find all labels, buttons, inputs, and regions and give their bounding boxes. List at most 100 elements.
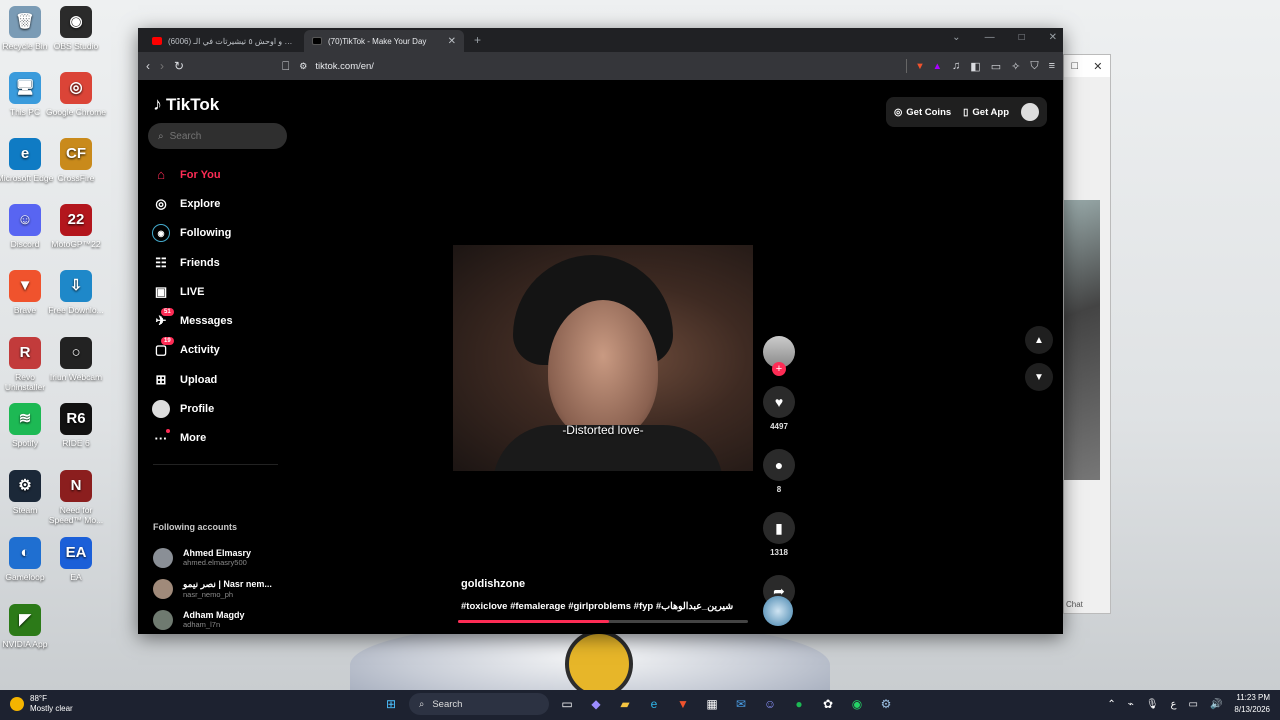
close-window-icon[interactable]: ✕ bbox=[1049, 32, 1057, 43]
back-icon[interactable]: ‹ bbox=[146, 59, 150, 73]
spotify-taskbar-icon[interactable]: ● bbox=[788, 693, 810, 715]
desktop-icon[interactable]: ◎ Google Chrome bbox=[45, 72, 107, 117]
comment-action[interactable]: ● 8 bbox=[763, 449, 795, 494]
video-player[interactable]: -Distorted love- bbox=[453, 245, 753, 471]
language-indicator[interactable]: ع bbox=[1171, 699, 1177, 710]
steam-taskbar-icon[interactable]: ⚙ bbox=[875, 693, 897, 715]
sidebar-icon[interactable]: ◧ bbox=[970, 60, 980, 73]
heart-icon[interactable]: ♥ bbox=[763, 386, 795, 418]
desktop-icon[interactable]: ◤ NVIDIA App bbox=[0, 604, 56, 649]
nav-item-messages[interactable]: ✈ 51 Messages bbox=[152, 306, 233, 335]
maximize-icon[interactable]: □ bbox=[1019, 32, 1025, 43]
previous-video-button[interactable]: ▲ bbox=[1025, 326, 1053, 354]
ea-icon: EA bbox=[60, 537, 92, 569]
following-account[interactable]: Adham Magdy adham_l7n bbox=[153, 604, 272, 634]
mail-icon[interactable]: ✉ bbox=[730, 693, 752, 715]
task-view-icon[interactable]: ▭ bbox=[556, 693, 578, 715]
wallet-icon[interactable]: ▭ bbox=[991, 60, 1001, 73]
media-icon[interactable]: ♫ bbox=[952, 60, 960, 73]
new-tab-button[interactable]: + bbox=[464, 33, 491, 52]
leo-icon[interactable]: ✧ bbox=[1011, 60, 1020, 73]
brave-icon: ▼ bbox=[9, 270, 41, 302]
comment-icon[interactable]: ● bbox=[763, 449, 795, 481]
brave-shield-icon[interactable]: ▼ bbox=[915, 61, 924, 72]
bookmark-icon[interactable]: ⎕ bbox=[282, 59, 289, 74]
search-input[interactable] bbox=[169, 130, 270, 142]
nav-item-live[interactable]: ▣ LIVE bbox=[152, 277, 233, 306]
desktop-icon[interactable]: EA EA bbox=[45, 537, 107, 582]
tab-search-icon[interactable]: ⌄ bbox=[952, 32, 960, 43]
search-bar[interactable]: ⌕ bbox=[148, 123, 287, 149]
whatsapp-icon[interactable]: ◉ bbox=[846, 693, 868, 715]
brave-taskbar-icon[interactable]: ▼ bbox=[672, 693, 694, 715]
nav-item-more[interactable]: ··· More bbox=[152, 424, 233, 453]
nav-item-following[interactable]: ◉ Following bbox=[152, 219, 233, 248]
video-author[interactable]: goldishzone bbox=[461, 578, 525, 590]
following-account[interactable]: نصر نيمو | Nasr nem... nasr_nemo_ph bbox=[153, 573, 272, 604]
address-bar[interactable]: ⚙ tiktok.com/en/ ▼ ▲ bbox=[299, 55, 942, 77]
taskbar-search[interactable]: ⌕ Search bbox=[409, 693, 549, 715]
nav-item-profile[interactable]: Profile bbox=[152, 394, 233, 423]
minimize-icon[interactable]: — bbox=[985, 32, 995, 43]
desktop-icon[interactable]: ○ Iriun Webcam bbox=[45, 337, 107, 382]
copilot-icon[interactable]: ◆ bbox=[585, 693, 607, 715]
nav-item-activity[interactable]: ▢ 19 Activity bbox=[152, 336, 233, 365]
nav-item-explore[interactable]: ◎ Explore bbox=[152, 189, 233, 218]
music-disc-icon[interactable] bbox=[763, 596, 793, 626]
vpn-icon[interactable]: ⛉ bbox=[1030, 60, 1038, 73]
discord-taskbar-icon[interactable]: ☺ bbox=[759, 693, 781, 715]
nav-item-friends[interactable]: ☷ Friends bbox=[152, 248, 233, 277]
tab-tiktok[interactable]: (70)TikTok - Make Your Day ✕ bbox=[304, 30, 464, 52]
file-explorer-icon[interactable]: ▰ bbox=[614, 693, 636, 715]
steam-icon: ⚙ bbox=[9, 470, 41, 502]
desktop-icon[interactable]: R6 RIDE 6 bbox=[45, 403, 107, 448]
follow-plus-icon[interactable]: + bbox=[772, 362, 786, 376]
nav-item-for-you[interactable]: ⌂ For You bbox=[152, 160, 233, 189]
background-window[interactable]: □ ✕ Chat bbox=[1063, 54, 1111, 614]
chatgpt-icon[interactable]: ✿ bbox=[817, 693, 839, 715]
reload-icon[interactable]: ↻ bbox=[174, 59, 184, 73]
volume-icon[interactable]: 🔊 bbox=[1210, 699, 1222, 710]
messages-icon: ✈ 51 bbox=[152, 308, 174, 330]
close-icon[interactable]: ✕ bbox=[1093, 60, 1102, 73]
forward-icon[interactable]: › bbox=[160, 59, 164, 73]
tray-chevron-icon[interactable]: ⌃ bbox=[1107, 699, 1115, 710]
url-text[interactable]: tiktok.com/en/ bbox=[315, 61, 374, 72]
start-windows-icon[interactable]: ⊞ bbox=[380, 693, 402, 715]
desktop-icon[interactable]: ◉ OBS Studio bbox=[45, 6, 107, 51]
user-avatar[interactable] bbox=[1021, 103, 1039, 121]
store-icon[interactable]: ▦ bbox=[701, 693, 723, 715]
next-video-button[interactable]: ▼ bbox=[1025, 363, 1053, 391]
get-app-button[interactable]: ▯ Get App bbox=[963, 107, 1009, 118]
background-window-chat[interactable]: Chat bbox=[1066, 600, 1083, 609]
maximize-icon[interactable]: □ bbox=[1072, 60, 1079, 72]
desktop-icon[interactable]: 22 MotoGP™22 bbox=[45, 204, 107, 249]
tiktok-logo[interactable]: ♪ TikTok bbox=[153, 94, 219, 115]
following-account[interactable]: Ahmed Elmasry ahmed.elmasry500 bbox=[153, 542, 272, 573]
tab-youtube[interactable]: (6006) اخلي و اوحش ٥ تيشيرتات في الـ... bbox=[144, 30, 304, 52]
desktop-icon[interactable]: ⇩ Free Downlo... bbox=[45, 270, 107, 315]
menu-icon[interactable]: ≡ bbox=[1049, 60, 1055, 73]
creator-avatar[interactable]: + bbox=[763, 336, 795, 376]
mic-icon[interactable]: 🎙 bbox=[1146, 699, 1159, 710]
video-hashtags[interactable]: #toxiclove #femalerage #girlproblems #fy… bbox=[461, 601, 733, 612]
like-action[interactable]: ♥ 4497 bbox=[763, 386, 795, 431]
bookmark-save-icon[interactable]: ▮ bbox=[763, 512, 795, 544]
desktop-icon[interactable]: N Need for Speed™ Mo... bbox=[45, 470, 107, 525]
pc-icon: 🖥 bbox=[9, 72, 41, 104]
clock[interactable]: 11:23 PM 8/13/2026 bbox=[1234, 692, 1270, 716]
desktop-icon[interactable]: CF CrossFire bbox=[45, 138, 107, 183]
brave-rewards-icon[interactable]: ▲ bbox=[933, 61, 942, 72]
save-action[interactable]: ▮ 1318 bbox=[763, 512, 795, 557]
video-progress-bar[interactable] bbox=[458, 620, 748, 623]
nav-item-label: Messages bbox=[180, 315, 233, 328]
get-coins-button[interactable]: ◎ Get Coins bbox=[894, 107, 951, 118]
edge-taskbar-icon[interactable]: e bbox=[643, 693, 665, 715]
network-icon[interactable]: ⌁ bbox=[1128, 699, 1134, 710]
close-tab-icon[interactable]: ✕ bbox=[448, 36, 456, 47]
site-info-icon[interactable]: ⚙ bbox=[299, 61, 307, 72]
display-icon[interactable]: ▭ bbox=[1189, 699, 1198, 710]
nav-item-upload[interactable]: ⊞ Upload bbox=[152, 365, 233, 394]
weather-widget[interactable]: 88°F Mostly clear bbox=[10, 694, 73, 714]
taskbar: 88°F Mostly clear ⊞ ⌕ Search ▭ ◆ ▰ e ▼ ▦… bbox=[0, 690, 1280, 720]
